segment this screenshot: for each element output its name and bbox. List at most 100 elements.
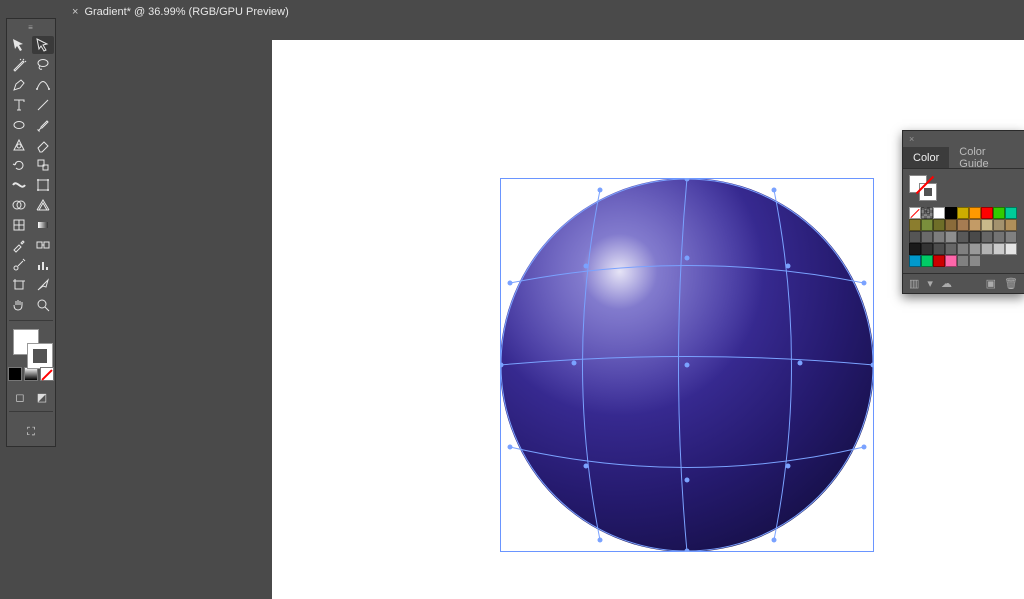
width-tool[interactable] [8, 176, 30, 194]
hand-tool[interactable] [8, 296, 30, 314]
line-segment-icon [35, 97, 51, 113]
color-swatch[interactable] [993, 231, 1005, 243]
swatch-kinds-icon[interactable]: ▾ [927, 277, 933, 290]
color-swatch[interactable] [1005, 243, 1017, 255]
new-swatch-icon[interactable]: ▣ [986, 277, 996, 290]
scale-tool[interactable] [32, 156, 54, 174]
magic-wand-tool[interactable] [8, 56, 30, 74]
document-area: × Gradient* @ 36.99% (RGB/GPU Preview) [64, 0, 1024, 599]
type-icon [11, 97, 27, 113]
color-swatch[interactable] [945, 243, 957, 255]
canvas[interactable] [272, 40, 1024, 599]
panel-close-icon[interactable]: × [909, 134, 914, 144]
color-swatch[interactable] [981, 243, 993, 255]
stroke-swatch[interactable] [27, 343, 53, 369]
color-swatch[interactable] [1005, 219, 1017, 231]
color-swatch[interactable] [969, 231, 981, 243]
fill-stroke-mini[interactable] [909, 175, 939, 201]
color-swatch[interactable] [945, 255, 957, 267]
swatch-libraries-icon[interactable]: ▥ [909, 277, 919, 290]
ellipse-tool[interactable] [8, 116, 30, 134]
color-swatch[interactable] [945, 219, 957, 231]
document-tab[interactable]: × Gradient* @ 36.99% (RGB/GPU Preview) [64, 0, 297, 24]
color-swatch[interactable] [969, 255, 981, 267]
swatch-options-icon[interactable]: ☁ [941, 277, 952, 290]
shaper-tool[interactable] [8, 136, 30, 154]
pen-tool[interactable] [8, 76, 30, 94]
color-swatch[interactable] [1005, 231, 1017, 243]
color-swatch[interactable] [933, 219, 945, 231]
tool-palette-grip[interactable]: ≡ [10, 22, 52, 32]
color-swatch[interactable] [933, 207, 945, 219]
zoom-tool[interactable] [32, 296, 54, 314]
color-swatch[interactable] [993, 243, 1005, 255]
color-swatch[interactable] [957, 219, 969, 231]
color-swatch[interactable] [921, 207, 933, 219]
fill-stroke-indicator[interactable] [9, 325, 53, 365]
color-swatch[interactable] [921, 231, 933, 243]
color-swatch[interactable] [981, 207, 993, 219]
gradient-icon [35, 217, 51, 233]
curvature-tool[interactable] [32, 76, 54, 94]
color-swatch[interactable] [933, 231, 945, 243]
column-graph-tool[interactable] [32, 256, 54, 274]
color-swatch[interactable] [957, 207, 969, 219]
free-transform-icon [35, 177, 51, 193]
blend-tool[interactable] [32, 236, 54, 254]
color-swatch[interactable] [909, 255, 921, 267]
color-swatch[interactable] [1005, 207, 1017, 219]
color-swatch[interactable] [933, 255, 945, 267]
document-title: Gradient* @ 36.99% (RGB/GPU Preview) [84, 6, 288, 18]
tab-color-guide[interactable]: Color Guide [949, 147, 1024, 168]
color-swatch[interactable] [981, 231, 993, 243]
color-swatch[interactable] [957, 255, 969, 267]
draw-behind[interactable]: ◩ [32, 389, 52, 405]
divider [9, 411, 53, 412]
panel-footer: ▥ ▾ ☁ ▣ 🗑 [903, 273, 1024, 293]
color-swatch[interactable] [969, 243, 981, 255]
color-swatch[interactable] [909, 243, 921, 255]
tab-color[interactable]: Color [903, 147, 949, 168]
color-swatch[interactable] [909, 207, 921, 219]
color-swatch[interactable] [945, 207, 957, 219]
perspective-grid-tool[interactable] [32, 196, 54, 214]
color-mode-solid[interactable] [8, 367, 22, 381]
lasso-tool[interactable] [32, 56, 54, 74]
close-tab-icon[interactable]: × [72, 6, 78, 18]
color-swatch[interactable] [933, 243, 945, 255]
color-swatch[interactable] [957, 231, 969, 243]
mesh-tool[interactable] [8, 216, 30, 234]
color-swatch[interactable] [921, 255, 933, 267]
direct-selection-tool[interactable] [32, 36, 54, 54]
color-swatch[interactable] [957, 243, 969, 255]
color-swatch[interactable] [981, 219, 993, 231]
color-swatch[interactable] [993, 219, 1005, 231]
eyedropper-tool[interactable] [8, 236, 30, 254]
color-swatch[interactable] [909, 219, 921, 231]
artboard-tool[interactable] [8, 276, 30, 294]
slice-tool[interactable] [32, 276, 54, 294]
free-transform-tool[interactable] [32, 176, 54, 194]
delete-swatch-icon[interactable]: 🗑 [1004, 277, 1018, 290]
eraser-tool[interactable] [32, 136, 54, 154]
shape-builder-tool[interactable] [8, 196, 30, 214]
color-swatch[interactable] [969, 207, 981, 219]
slice-icon [35, 277, 51, 293]
gradient-tool[interactable] [32, 216, 54, 234]
color-mode-gradient[interactable] [24, 367, 38, 381]
color-mode-none[interactable] [40, 367, 54, 381]
color-swatch[interactable] [921, 219, 933, 231]
draw-normal[interactable]: ◻ [10, 389, 30, 405]
color-swatch[interactable] [921, 243, 933, 255]
color-swatch[interactable] [909, 231, 921, 243]
paintbrush-tool[interactable] [32, 116, 54, 134]
color-swatch[interactable] [945, 231, 957, 243]
selection-tool[interactable] [8, 36, 30, 54]
type-tool[interactable] [8, 96, 30, 114]
rotate-tool[interactable] [8, 156, 30, 174]
color-swatch[interactable] [993, 207, 1005, 219]
line-segment-tool[interactable] [32, 96, 54, 114]
screen-mode-button[interactable]: ⛶ [21, 424, 41, 440]
color-swatch[interactable] [969, 219, 981, 231]
symbol-sprayer-tool[interactable] [8, 256, 30, 274]
